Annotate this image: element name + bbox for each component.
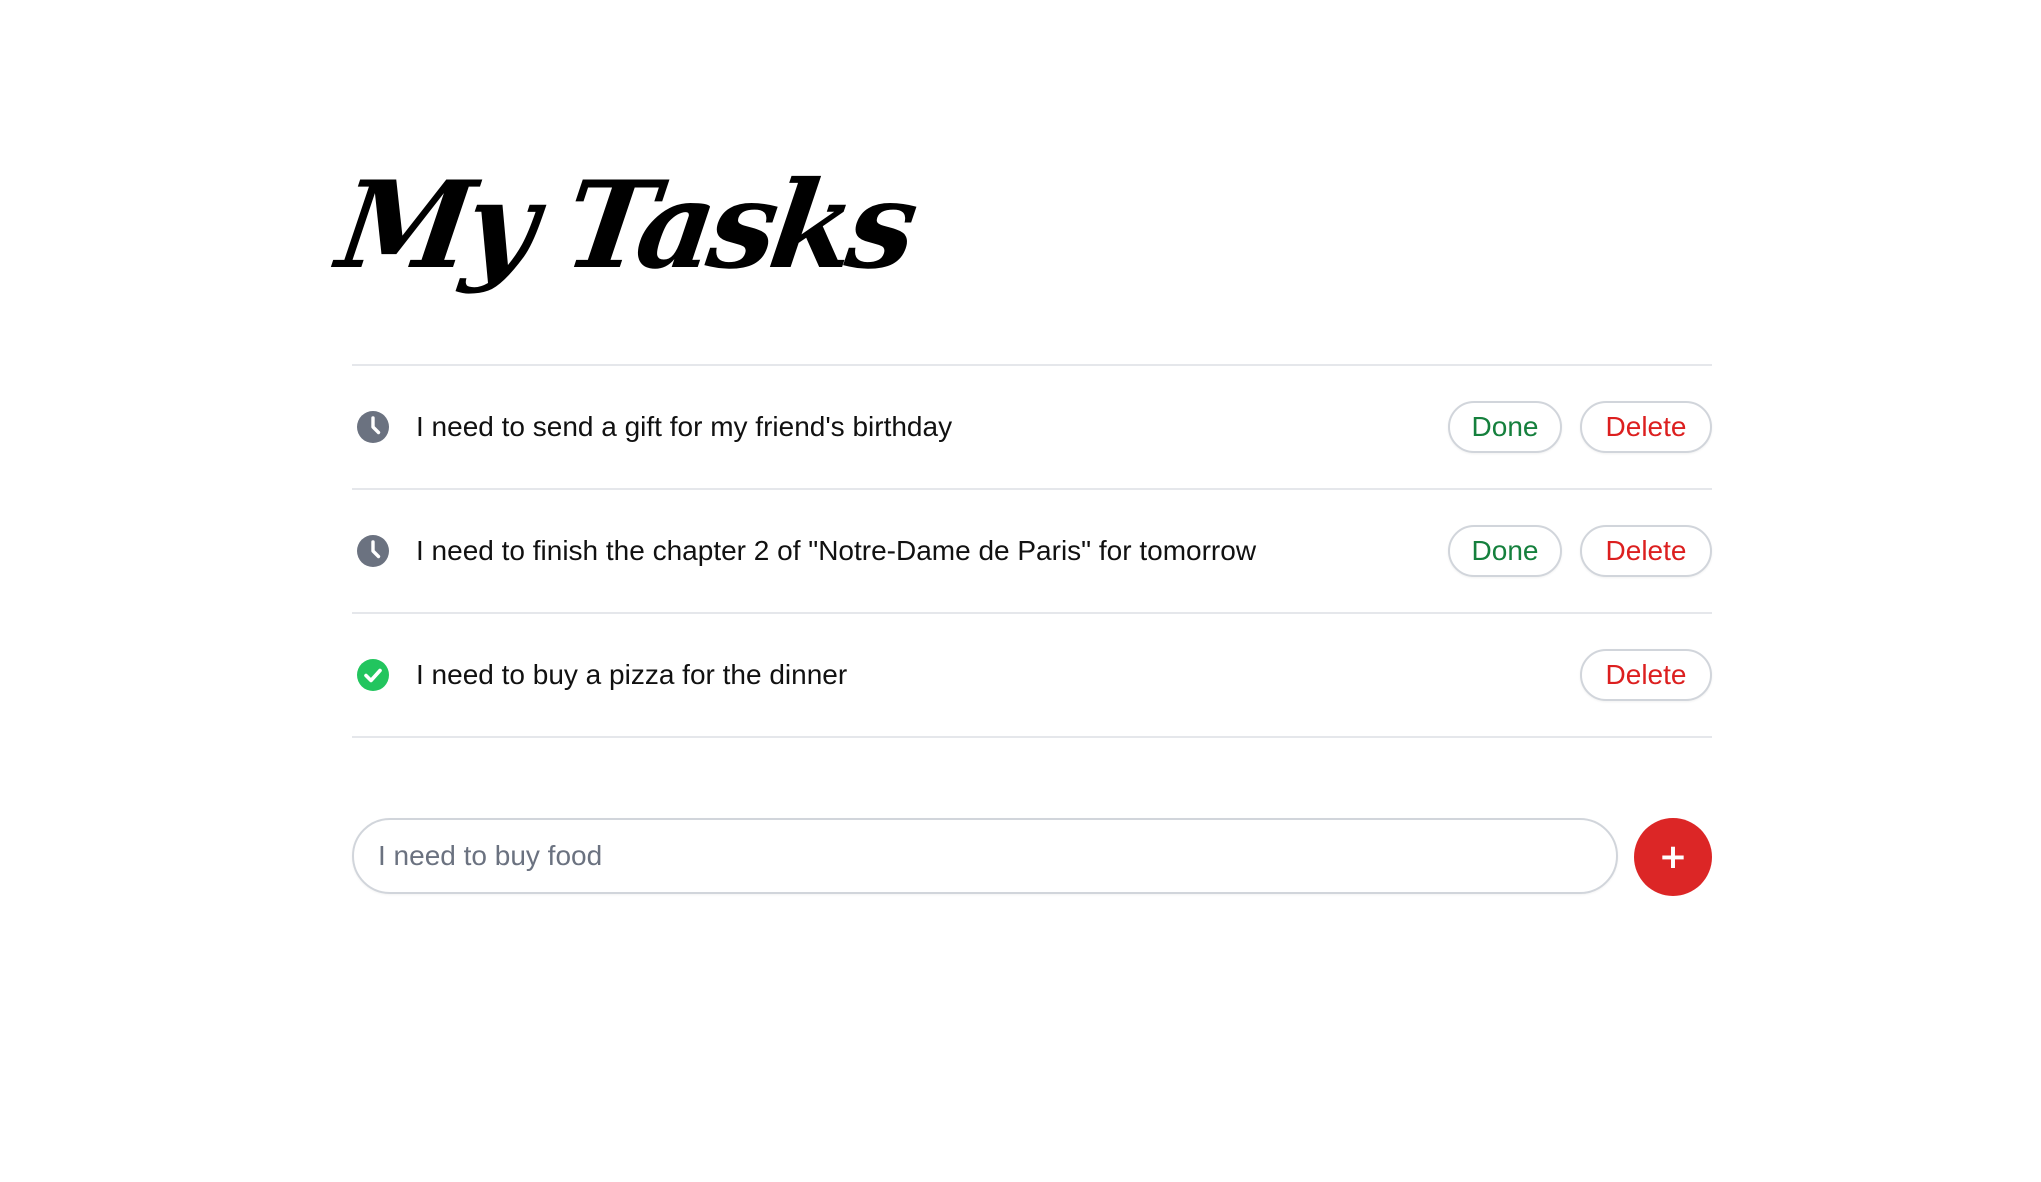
task-text: I need to send a gift for my friend's bi… bbox=[416, 411, 953, 442]
delete-button[interactable]: Delete bbox=[1580, 525, 1712, 577]
task-actions: Done Delete bbox=[1448, 525, 1712, 577]
add-task-button[interactable]: + bbox=[1634, 818, 1712, 896]
task-row: I need to send a gift for my friend's bi… bbox=[352, 366, 1712, 490]
task-actions: Delete bbox=[1580, 649, 1712, 701]
check-circle-icon bbox=[356, 658, 390, 692]
new-task-input[interactable] bbox=[352, 818, 1618, 894]
task-list: I need to send a gift for my friend's bi… bbox=[352, 364, 1712, 738]
task-actions: Done Delete bbox=[1448, 401, 1712, 453]
task-text: I need to buy a pizza for the dinner bbox=[416, 659, 848, 690]
task-row: I need to buy a pizza for the dinner Del… bbox=[352, 614, 1712, 738]
done-button[interactable]: Done bbox=[1448, 525, 1562, 577]
delete-button[interactable]: Delete bbox=[1580, 401, 1712, 453]
clock-icon bbox=[356, 410, 390, 444]
clock-icon bbox=[356, 534, 390, 568]
add-task-form: + bbox=[352, 818, 1712, 896]
delete-button[interactable]: Delete bbox=[1580, 649, 1712, 701]
page-title: My Tasks bbox=[330, 155, 921, 296]
done-button[interactable]: Done bbox=[1448, 401, 1562, 453]
task-row: I need to finish the chapter 2 of "Notre… bbox=[352, 490, 1712, 614]
task-text: I need to finish the chapter 2 of "Notre… bbox=[416, 535, 1257, 566]
